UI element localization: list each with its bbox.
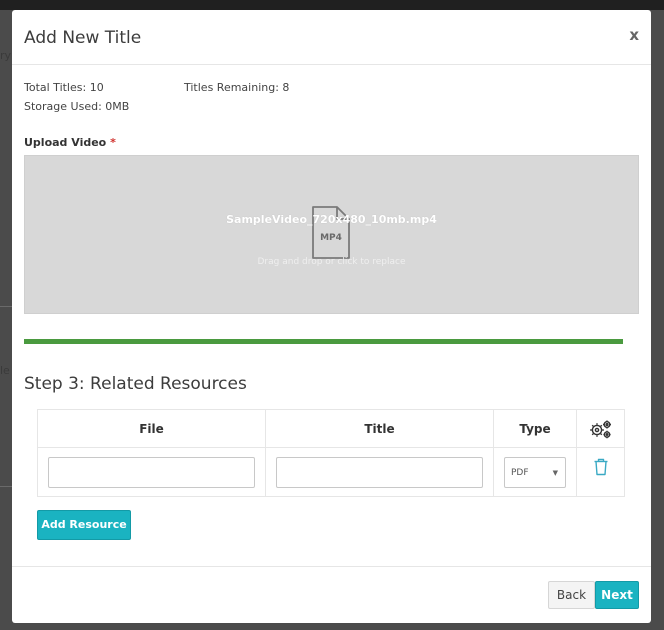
modal-title: Add New Title [24, 28, 142, 48]
resource-title-input[interactable] [276, 456, 483, 488]
step-title: Step 3: Related Resources [24, 374, 247, 394]
resource-type-select[interactable]: PDF ▼ [504, 456, 566, 488]
file-cell [37, 447, 266, 497]
column-header-type: Type [493, 409, 577, 448]
modal-header: Add New Title x [12, 10, 651, 65]
title-cell [265, 447, 494, 497]
column-header-title: Title [265, 409, 494, 448]
add-resource-button[interactable]: Add Resource [37, 510, 131, 540]
background-divider [0, 306, 12, 307]
close-button[interactable]: x [629, 26, 639, 44]
back-button[interactable]: Back [548, 581, 595, 609]
table-row: PDF ▼ [37, 447, 625, 497]
upload-video-label: Upload Video * [24, 136, 116, 149]
background-top-bar [0, 0, 664, 10]
upload-video-label-text: Upload Video [24, 136, 107, 149]
upload-progress-bar [24, 339, 623, 344]
column-header-file: File [37, 409, 266, 448]
caret-down-icon: ▼ [552, 468, 558, 477]
resource-file-input[interactable] [48, 456, 255, 488]
trash-icon[interactable] [593, 458, 609, 476]
gears-icon[interactable] [589, 419, 613, 439]
required-asterisk: * [110, 136, 116, 149]
background-text-fragment: ry [0, 49, 12, 62]
titles-remaining-stat: Titles Remaining: 8 [184, 81, 290, 94]
video-dropzone[interactable]: MP4 SampleVideo_720x480_10mb.mp4 Drag an… [24, 155, 639, 314]
type-cell: PDF ▼ [493, 447, 577, 497]
add-title-modal: Add New Title x Total Titles: 10 Titles … [12, 10, 651, 623]
actions-cell [576, 447, 625, 497]
resources-table: File Title Type PDF ▼ [37, 409, 625, 497]
dropzone-hint: Drag and drop or click to replace [257, 257, 406, 267]
resource-type-value: PDF [511, 467, 529, 478]
storage-used-stat: Storage Used: 0MB [24, 100, 130, 113]
background-divider [0, 486, 12, 487]
upload-progress-fill [24, 339, 623, 344]
total-titles-stat: Total Titles: 10 [24, 81, 104, 94]
file-extension: MP4 [320, 233, 342, 243]
background-text-fragment: le [0, 364, 10, 377]
modal-footer-divider [12, 566, 651, 567]
next-button[interactable]: Next [595, 581, 639, 609]
column-header-settings [576, 409, 625, 448]
table-header-row: File Title Type [37, 409, 625, 448]
uploaded-file-name: SampleVideo_720x480_10mb.mp4 [226, 213, 437, 226]
